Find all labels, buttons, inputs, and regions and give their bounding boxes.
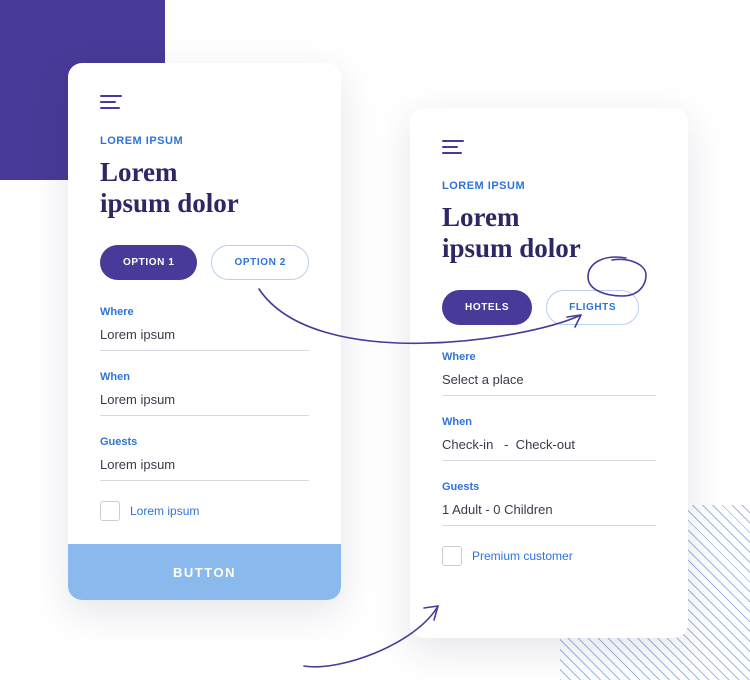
where-label: Where — [100, 306, 309, 318]
hamburger-icon[interactable] — [442, 140, 464, 154]
where-label: Where — [442, 351, 656, 363]
checkbox-label: Lorem ipsum — [130, 504, 199, 518]
checkbox-row: Premium customer — [442, 546, 656, 566]
where-field-group: Where — [100, 306, 309, 351]
submit-button[interactable]: BUTTON — [68, 544, 341, 600]
when-input[interactable] — [442, 437, 656, 461]
guests-input[interactable] — [442, 502, 656, 526]
guests-field-group: Guests — [442, 481, 656, 526]
when-label: When — [442, 416, 656, 428]
when-field-group: When — [100, 371, 309, 416]
when-input[interactable] — [100, 392, 309, 416]
premium-checkbox[interactable] — [100, 501, 120, 521]
guests-field-group: Guests — [100, 436, 309, 481]
where-field-group: Where — [442, 351, 656, 396]
tab-option-1[interactable]: OPTION 1 — [100, 245, 197, 280]
guests-label: Guests — [100, 436, 309, 448]
option-tabs: OPTION 1 OPTION 2 — [100, 245, 309, 280]
premium-checkbox[interactable] — [442, 546, 462, 566]
checkbox-row: Lorem ipsum — [100, 501, 309, 521]
checkbox-label: Premium customer — [472, 549, 573, 563]
option-tabs: HOTELS FLIGHTS — [442, 290, 656, 325]
tab-flights[interactable]: FLIGHTS — [546, 290, 639, 325]
hamburger-icon[interactable] — [100, 95, 122, 109]
guests-input[interactable] — [100, 457, 309, 481]
when-label: When — [100, 371, 309, 383]
tab-hotels[interactable]: HOTELS — [442, 290, 532, 325]
page-title: Lorem ipsum dolor — [100, 157, 309, 219]
where-input[interactable] — [100, 327, 309, 351]
eyebrow-label: LOREM IPSUM — [100, 135, 309, 147]
when-field-group: When — [442, 416, 656, 461]
tab-option-2[interactable]: OPTION 2 — [211, 245, 308, 280]
eyebrow-label: LOREM IPSUM — [442, 180, 656, 192]
page-title: Lorem ipsum dolor — [442, 202, 656, 264]
guests-label: Guests — [442, 481, 656, 493]
example-card: LOREM IPSUM Lorem ipsum dolor HOTELS FLI… — [410, 108, 688, 638]
where-input[interactable] — [442, 372, 656, 396]
wireframe-card: LOREM IPSUM Lorem ipsum dolor OPTION 1 O… — [68, 63, 341, 600]
